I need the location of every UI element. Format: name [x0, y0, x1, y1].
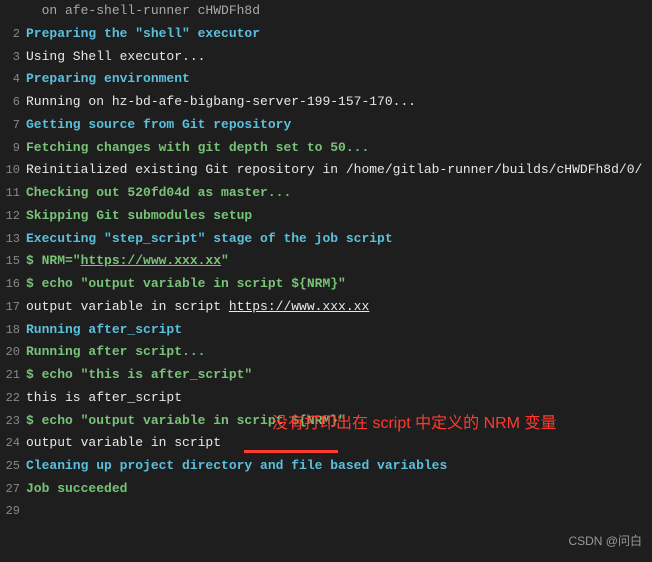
line-text: this is after_script — [26, 387, 652, 410]
log-line: 29 — [0, 501, 652, 522]
line-text: Fetching changes with git depth set to 5… — [26, 137, 652, 160]
line-text: Executing "step_script" stage of the job… — [26, 228, 652, 251]
log-line: 15$ NRM="https://www.xxx.xx" — [0, 250, 652, 273]
job-log: on afe-shell-runner cHWDFh8d2Preparing t… — [0, 0, 652, 522]
line-text: output variable in script https://www.xx… — [26, 296, 652, 319]
log-line: 16$ echo "output variable in script ${NR… — [0, 273, 652, 296]
line-number: 29 — [0, 501, 26, 522]
log-line: 10Reinitialized existing Git repository … — [0, 159, 652, 182]
line-text: $ echo "output variable in script ${NRM}… — [26, 273, 652, 296]
line-number: 7 — [0, 115, 26, 136]
line-text: Running after_script — [26, 319, 652, 342]
line-text: on afe-shell-runner cHWDFh8d — [26, 0, 652, 23]
line-text: $ echo "output variable in script ${NRM}… — [26, 410, 652, 433]
log-line: 27Job succeeded — [0, 478, 652, 501]
log-line: 11Checking out 520fd04d as master... — [0, 182, 652, 205]
log-line: 25Cleaning up project directory and file… — [0, 455, 652, 478]
line-text: $ echo "this is after_script" — [26, 364, 652, 387]
line-text: output variable in script — [26, 432, 652, 455]
line-number: 21 — [0, 365, 26, 386]
line-number: 3 — [0, 47, 26, 68]
line-number: 27 — [0, 479, 26, 500]
line-number: 16 — [0, 274, 26, 295]
log-line: 3Using Shell executor... — [0, 46, 652, 69]
line-number: 22 — [0, 388, 26, 409]
log-line: 12Skipping Git submodules setup — [0, 205, 652, 228]
line-number: 2 — [0, 24, 26, 45]
line-text: Running on hz-bd-afe-bigbang-server-199-… — [26, 91, 652, 114]
line-number: 15 — [0, 251, 26, 272]
log-line: 9Fetching changes with git depth set to … — [0, 137, 652, 160]
line-number: 17 — [0, 297, 26, 318]
line-text: Preparing the "shell" executor — [26, 23, 652, 46]
log-line: 18Running after_script — [0, 319, 652, 342]
log-segment: $ NRM=" — [26, 253, 81, 268]
line-number: 10 — [0, 160, 26, 181]
line-text: Cleaning up project directory and file b… — [26, 455, 652, 478]
log-line: 21$ echo "this is after_script" — [0, 364, 652, 387]
line-number: 4 — [0, 69, 26, 90]
line-text: Job succeeded — [26, 478, 652, 501]
log-link[interactable]: https://www.xxx.xx — [81, 253, 221, 268]
line-number: 24 — [0, 433, 26, 454]
log-line: 7Getting source from Git repository — [0, 114, 652, 137]
line-number: 12 — [0, 206, 26, 227]
log-line: 24output variable in script — [0, 432, 652, 455]
line-number: 13 — [0, 229, 26, 250]
log-line: 17output variable in script https://www.… — [0, 296, 652, 319]
log-line: 22this is after_script — [0, 387, 652, 410]
log-segment: " — [221, 253, 229, 268]
log-segment: output variable in script — [26, 299, 229, 314]
watermark: CSDN @问白 — [568, 531, 642, 552]
line-text: Skipping Git submodules setup — [26, 205, 652, 228]
line-text: Running after script... — [26, 341, 652, 364]
log-line: 13Executing "step_script" stage of the j… — [0, 228, 652, 251]
log-line: 2Preparing the "shell" executor — [0, 23, 652, 46]
log-line: on afe-shell-runner cHWDFh8d — [0, 0, 652, 23]
line-number: 9 — [0, 138, 26, 159]
log-line: 20Running after script... — [0, 341, 652, 364]
log-line: 6Running on hz-bd-afe-bigbang-server-199… — [0, 91, 652, 114]
line-text: Reinitialized existing Git repository in… — [26, 159, 652, 182]
log-line: 23$ echo "output variable in script ${NR… — [0, 410, 652, 433]
line-number: 11 — [0, 183, 26, 204]
line-number: 23 — [0, 411, 26, 432]
line-text: Preparing environment — [26, 68, 652, 91]
line-number: 6 — [0, 92, 26, 113]
line-text: $ NRM="https://www.xxx.xx" — [26, 250, 652, 273]
line-number: 25 — [0, 456, 26, 477]
log-line: 4Preparing environment — [0, 68, 652, 91]
line-text: Getting source from Git repository — [26, 114, 652, 137]
line-text: Checking out 520fd04d as master... — [26, 182, 652, 205]
line-text: Using Shell executor... — [26, 46, 652, 69]
line-number: 20 — [0, 342, 26, 363]
line-number: 18 — [0, 320, 26, 341]
log-link[interactable]: https://www.xxx.xx — [229, 299, 369, 314]
